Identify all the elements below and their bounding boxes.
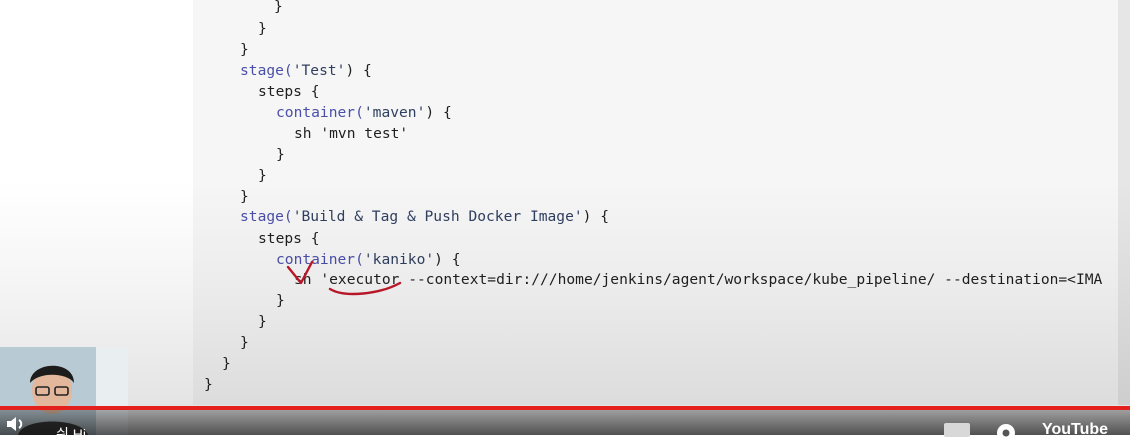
code-line-10: } (240, 188, 249, 205)
stage-name-string: 'Test' (292, 62, 346, 79)
keyword-stage: stage( (240, 208, 293, 225)
container-name-string: 'kaniko' (363, 251, 435, 268)
stage-name-string: 'Build & Tag & Push Docker Image' (292, 208, 583, 225)
right-scroll-edge (1118, 0, 1130, 405)
code-line-8: } (276, 146, 285, 163)
code-line-container-kaniko: container('kaniko') { (276, 251, 461, 268)
code-line-2: } (258, 20, 267, 37)
code-line-sh-mvn-test: sh 'mvn test' (294, 125, 409, 142)
code-line-container-maven: container('maven') { (276, 104, 452, 121)
code-line-19: } (204, 376, 213, 393)
code-line-1: } (274, 0, 283, 15)
settings-gear-icon[interactable] (993, 421, 1019, 439)
code-line-16: } (258, 313, 267, 330)
caption-partial-text: 쉬 Hi (56, 426, 86, 442)
youtube-logo-text[interactable]: YouTube (1042, 421, 1108, 439)
code-line-9: } (258, 167, 267, 184)
code-line-3: } (240, 41, 249, 58)
code-line-15: } (276, 292, 285, 309)
keyword-container: container( (276, 251, 364, 268)
code-line-steps-2: steps { (258, 230, 320, 247)
code-line-17: } (240, 334, 249, 351)
code-line-steps: steps { (258, 83, 320, 100)
keyword-container: container( (276, 104, 364, 121)
container-name-string: 'maven' (363, 104, 426, 121)
code-line-18: } (222, 355, 231, 372)
video-controls-bar: 쉬 Hi YouTube (0, 410, 1130, 442)
keyword-stage: stage( (240, 62, 293, 79)
code-line-stage-build: stage('Build & Tag & Push Docker Image')… (240, 208, 610, 225)
code-line-stage-test: stage('Test') { (240, 62, 372, 79)
code-line-sh-executor: sh 'executor --context=dir:///home/jenki… (294, 271, 1103, 288)
code-editor-panel: } } } stage('Test') { steps { container(… (193, 0, 1118, 405)
volume-icon[interactable] (4, 414, 28, 434)
